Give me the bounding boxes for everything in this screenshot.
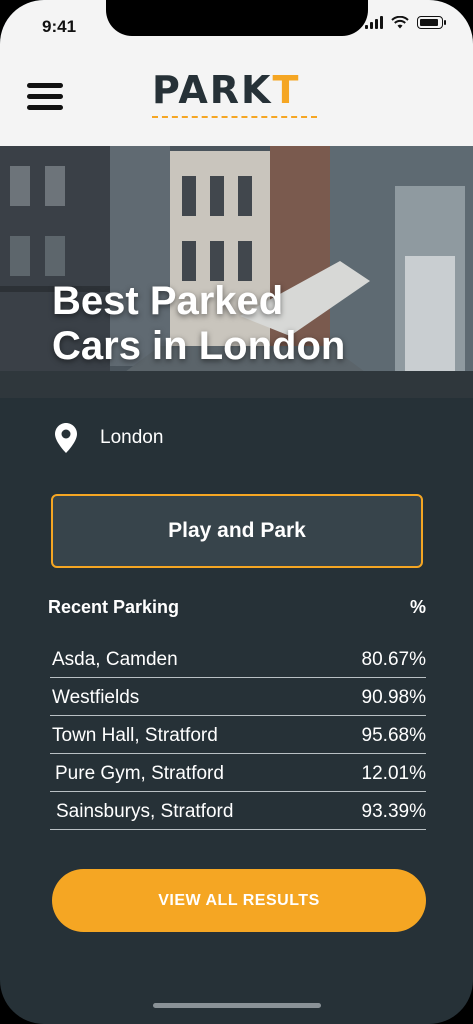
table-row[interactable]: Westfields 90.98% (50, 678, 426, 716)
view-all-results-button[interactable]: VIEW ALL RESULTS (52, 869, 426, 932)
table-row[interactable]: Pure Gym, Stratford 12.01% (50, 754, 426, 792)
location-label: London (100, 427, 164, 448)
status-icons (365, 16, 446, 29)
row-location: Town Hall, Stratford (52, 724, 218, 746)
notch (106, 0, 368, 36)
wifi-icon (391, 16, 409, 29)
hero-title-line-2: Cars in London (52, 324, 346, 368)
row-location: Asda, Camden (52, 648, 178, 670)
row-location: Westfields (52, 686, 140, 708)
logo-underline (152, 116, 317, 118)
logo-accent: T (272, 68, 301, 112)
app-logo: PARKT (152, 70, 322, 118)
status-bar: 9:41 (0, 0, 473, 56)
hero-title-line-1: Best Parked (52, 279, 284, 323)
status-time: 9:41 (42, 17, 77, 36)
logo-main: PARK (152, 68, 273, 112)
battery-icon (417, 16, 446, 29)
app-header: PARKT (0, 56, 473, 146)
percent-column-header: % (409, 597, 426, 617)
hero-banner: Best Parked Cars in London (0, 146, 473, 398)
recent-parking-list: Asda, Camden 80.67% Westfields 90.98% To… (50, 640, 426, 830)
menu-icon[interactable] (27, 83, 63, 111)
logo-text: PARKT (152, 70, 322, 110)
row-percent: 80.67% (361, 648, 426, 670)
row-percent: 90.98% (361, 686, 426, 708)
location-pin-icon (55, 423, 77, 453)
row-percent: 93.39% (361, 800, 426, 822)
table-row[interactable]: Town Hall, Stratford 95.68% (50, 716, 426, 754)
home-indicator[interactable] (153, 1003, 321, 1008)
play-and-park-button[interactable]: Play and Park (51, 494, 423, 568)
phone-screen: 9:41 PARKT Best Parked Cars in London Lo… (0, 0, 473, 1024)
recent-parking-header: Recent Parking % (48, 597, 426, 618)
row-percent: 12.01% (361, 762, 426, 784)
row-location: Pure Gym, Stratford (55, 762, 224, 784)
row-percent: 95.68% (361, 724, 426, 746)
row-location: Sainsburys, Stratford (56, 800, 234, 822)
table-row[interactable]: Asda, Camden 80.67% (50, 640, 426, 678)
recent-parking-title: Recent Parking (48, 597, 180, 617)
signal-icon (365, 16, 383, 29)
table-row[interactable]: Sainsburys, Stratford 93.39% (50, 792, 426, 830)
location-row: London (54, 422, 163, 454)
hero-title: Best Parked Cars in London (52, 279, 432, 369)
